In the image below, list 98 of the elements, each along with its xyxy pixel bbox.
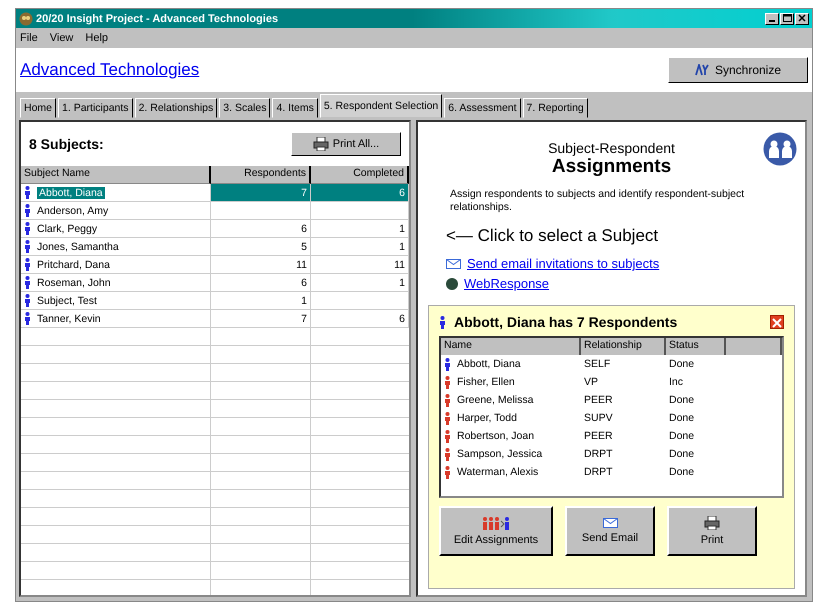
tab[interactable]: Home	[20, 98, 56, 118]
panel-description: Assign respondents to subjects and identify respondent-subject relationships.	[450, 188, 746, 214]
person-icon	[24, 258, 31, 271]
menu-item[interactable]: View	[50, 32, 74, 44]
table-cell: 1	[211, 292, 311, 310]
respondent-name[interactable]: Fisher, Ellen	[457, 376, 515, 388]
subject-name-cell[interactable]: Abbott, Diana	[21, 184, 211, 202]
column-header[interactable]: Status	[666, 338, 726, 355]
tab[interactable]: 2. Relationships	[134, 98, 218, 118]
print-all-button[interactable]: Print All...	[291, 132, 401, 156]
subjects-count: 8 Subjects:	[29, 136, 104, 152]
table-cell: 6	[211, 220, 311, 238]
panel-subtitle: Subject-Respondent	[547, 140, 676, 156]
table-cell-text: DRPT	[583, 465, 614, 480]
subject-name-cell[interactable]: Pritchard, Dana	[21, 256, 211, 274]
person-icon	[24, 276, 31, 289]
column-header[interactable]: Name	[441, 338, 581, 355]
table-cell: 6	[311, 310, 409, 328]
respondent-name[interactable]: Sampson, Jessica	[457, 448, 542, 460]
table-cell-text: SELF	[583, 357, 612, 372]
column-header[interactable]: Subject Name	[21, 166, 211, 184]
table-cell: 1	[311, 238, 409, 256]
subject-name-cell[interactable]: Anderson, Amy	[21, 202, 211, 220]
column-header[interactable]: Relationship	[581, 338, 666, 355]
table-cell-text: DRPT	[583, 447, 614, 462]
tab[interactable]: 5. Respondent Selection	[320, 94, 442, 118]
edit-assignments-button[interactable]: Edit Assignments	[439, 506, 553, 556]
table-cell: 1	[311, 220, 409, 238]
respondent-name[interactable]: Robertson, Joan	[457, 430, 534, 442]
column-header[interactable]: Completed	[311, 166, 409, 184]
column-header[interactable]: Respondents	[211, 166, 311, 184]
panel-title: Assignments	[550, 156, 672, 178]
printer-icon	[312, 137, 329, 151]
envelope-icon	[602, 518, 618, 528]
table-cell-text: PEER	[583, 429, 614, 444]
people-arrow-icon	[482, 516, 510, 530]
table-cell: 5	[211, 238, 311, 256]
people-icon	[763, 132, 797, 166]
table-cell: 1	[311, 274, 409, 292]
table-cell: 6	[211, 274, 311, 292]
person-icon	[439, 316, 446, 328]
subject-name-cell[interactable]: Tanner, Kevin	[21, 310, 211, 328]
maximize-icon	[782, 14, 792, 22]
tab[interactable]: 6. Assessment	[444, 98, 521, 118]
menu-item[interactable]: File	[20, 32, 38, 44]
project-title-link[interactable]: Advanced Technologies	[20, 60, 200, 80]
table-cell: 7	[211, 184, 311, 202]
close-icon	[798, 14, 806, 22]
person-icon	[24, 312, 31, 325]
table-cell-text: Done	[668, 357, 696, 372]
table-cell-text: Done	[668, 447, 696, 462]
sync-icon	[694, 64, 709, 76]
table-cell-text: VP	[583, 375, 600, 390]
table-cell-text: Done	[668, 465, 696, 480]
table-cell: 7	[211, 310, 311, 328]
tab[interactable]: 4. Items	[272, 98, 318, 118]
synchronize-button[interactable]: Synchronize	[668, 57, 808, 83]
respondent-name[interactable]: Greene, Melissa	[457, 394, 534, 406]
link[interactable]: WebResponse	[464, 276, 550, 291]
app-icon	[19, 12, 33, 26]
select-subject-hint: <— Click to select a Subject	[446, 226, 660, 246]
table-cell: 11	[211, 256, 311, 274]
person-icon	[24, 186, 31, 199]
minimize-button[interactable]	[765, 12, 779, 24]
minimize-icon	[769, 20, 775, 22]
table-cell-text: PEER	[583, 393, 614, 408]
table-cell: 11	[311, 256, 409, 274]
table-cell-text: Inc	[668, 375, 684, 390]
envelope-icon	[446, 258, 461, 268]
person-icon	[24, 240, 31, 253]
close-icon	[772, 318, 782, 328]
subject-name-cell[interactable]: Subject, Test	[21, 292, 211, 310]
tab[interactable]: 1. Participants	[58, 98, 133, 118]
person-icon	[24, 294, 31, 307]
respondent-name[interactable]: Abbott, Diana	[457, 358, 521, 370]
link[interactable]: Send email invitations to subjects	[467, 256, 660, 271]
table-cell: 6	[311, 184, 409, 202]
menu-item[interactable]: Help	[85, 32, 108, 44]
subject-name-cell[interactable]: Jones, Samantha	[21, 238, 211, 256]
table-cell-text: SUPV	[583, 411, 614, 426]
person-icon	[24, 204, 31, 217]
table-cell-text: Done	[668, 429, 696, 444]
person-icon	[24, 222, 31, 235]
respondent-name[interactable]: Harper, Todd	[457, 412, 517, 424]
window-title: 20/20 Insight Project - Advanced Technologies	[36, 12, 280, 24]
tab[interactable]: 3. Scales	[219, 98, 270, 118]
maximize-button[interactable]	[780, 12, 794, 24]
subject-name-cell[interactable]: Clark, Peggy	[21, 220, 211, 238]
subject-name-cell[interactable]: Roseman, John	[21, 274, 211, 292]
close-button[interactable]	[770, 315, 784, 329]
tab[interactable]: 7. Reporting	[522, 98, 588, 118]
table-cell-text: Done	[668, 393, 696, 408]
respondents-title: Abbott, Diana has 7 Respondents	[454, 314, 678, 330]
print-button[interactable]: Print	[667, 506, 757, 556]
respondent-name[interactable]: Waterman, Alexis	[457, 466, 538, 478]
table-cell-text: Done	[668, 411, 696, 426]
printer-icon	[704, 516, 720, 530]
send-email-button[interactable]: Send Email	[565, 506, 655, 556]
